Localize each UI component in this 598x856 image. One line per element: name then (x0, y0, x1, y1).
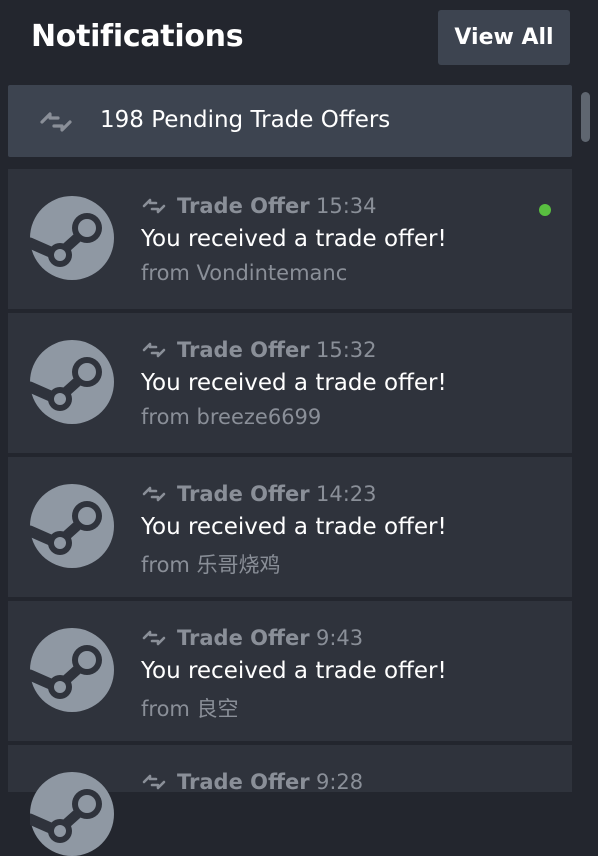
notification-type: Trade Offer (177, 770, 310, 794)
notification-item[interactable]: Trade Offer 9:43 You received a trade of… (8, 601, 572, 741)
notification-item[interactable]: Trade Offer 14:23 You received a trade o… (8, 457, 572, 597)
notification-type: Trade Offer (177, 482, 310, 506)
trade-arrows-icon (141, 195, 167, 217)
scrollbar-thumb[interactable] (581, 92, 590, 142)
trade-arrows-icon (141, 627, 167, 649)
trade-arrows-icon (141, 339, 167, 361)
notification-sender: from 乐哥烧鸡 (141, 553, 281, 577)
trade-arrows-icon (141, 483, 167, 505)
notification-item[interactable]: Trade Offer 9:28 (8, 745, 572, 856)
steam-logo-icon (30, 772, 114, 856)
notification-type: Trade Offer (177, 194, 310, 218)
page-title: Notifications (31, 19, 244, 54)
steam-logo-icon (30, 628, 114, 712)
notification-message: You received a trade offer! (141, 514, 447, 540)
notification-time: 14:23 (316, 482, 377, 506)
notification-time: 15:34 (316, 194, 377, 218)
scrollbar[interactable] (579, 86, 593, 792)
steam-logo-icon (30, 340, 114, 424)
notification-item[interactable]: Trade Offer 15:32 You received a trade o… (8, 313, 572, 453)
pending-trade-offers-label: 198 Pending Trade Offers (100, 107, 391, 133)
steam-logo-icon (30, 196, 114, 280)
unread-indicator (539, 204, 551, 216)
trade-arrows-icon (141, 771, 167, 793)
pending-trade-offers-button[interactable]: 198 Pending Trade Offers (8, 85, 572, 157)
notification-type: Trade Offer (177, 626, 310, 650)
notification-sender: from breeze6699 (141, 405, 322, 429)
notification-sender: from 良空 (141, 697, 239, 721)
notification-message: You received a trade offer! (141, 226, 447, 252)
notifications-header: Notifications View All (0, 0, 598, 80)
steam-logo-icon (30, 484, 114, 568)
notification-time: 9:28 (316, 770, 364, 794)
notification-message: You received a trade offer! (141, 370, 447, 396)
notification-sender: from Vondintemanc (141, 261, 348, 285)
notification-time: 9:43 (316, 626, 364, 650)
notification-type: Trade Offer (177, 338, 310, 362)
notification-message: You received a trade offer! (141, 658, 447, 684)
notification-item[interactable]: Trade Offer 15:34 You received a trade o… (8, 169, 572, 309)
view-all-button[interactable]: View All (438, 10, 570, 65)
notification-time: 15:32 (316, 338, 377, 362)
trade-arrows-icon (38, 107, 74, 137)
